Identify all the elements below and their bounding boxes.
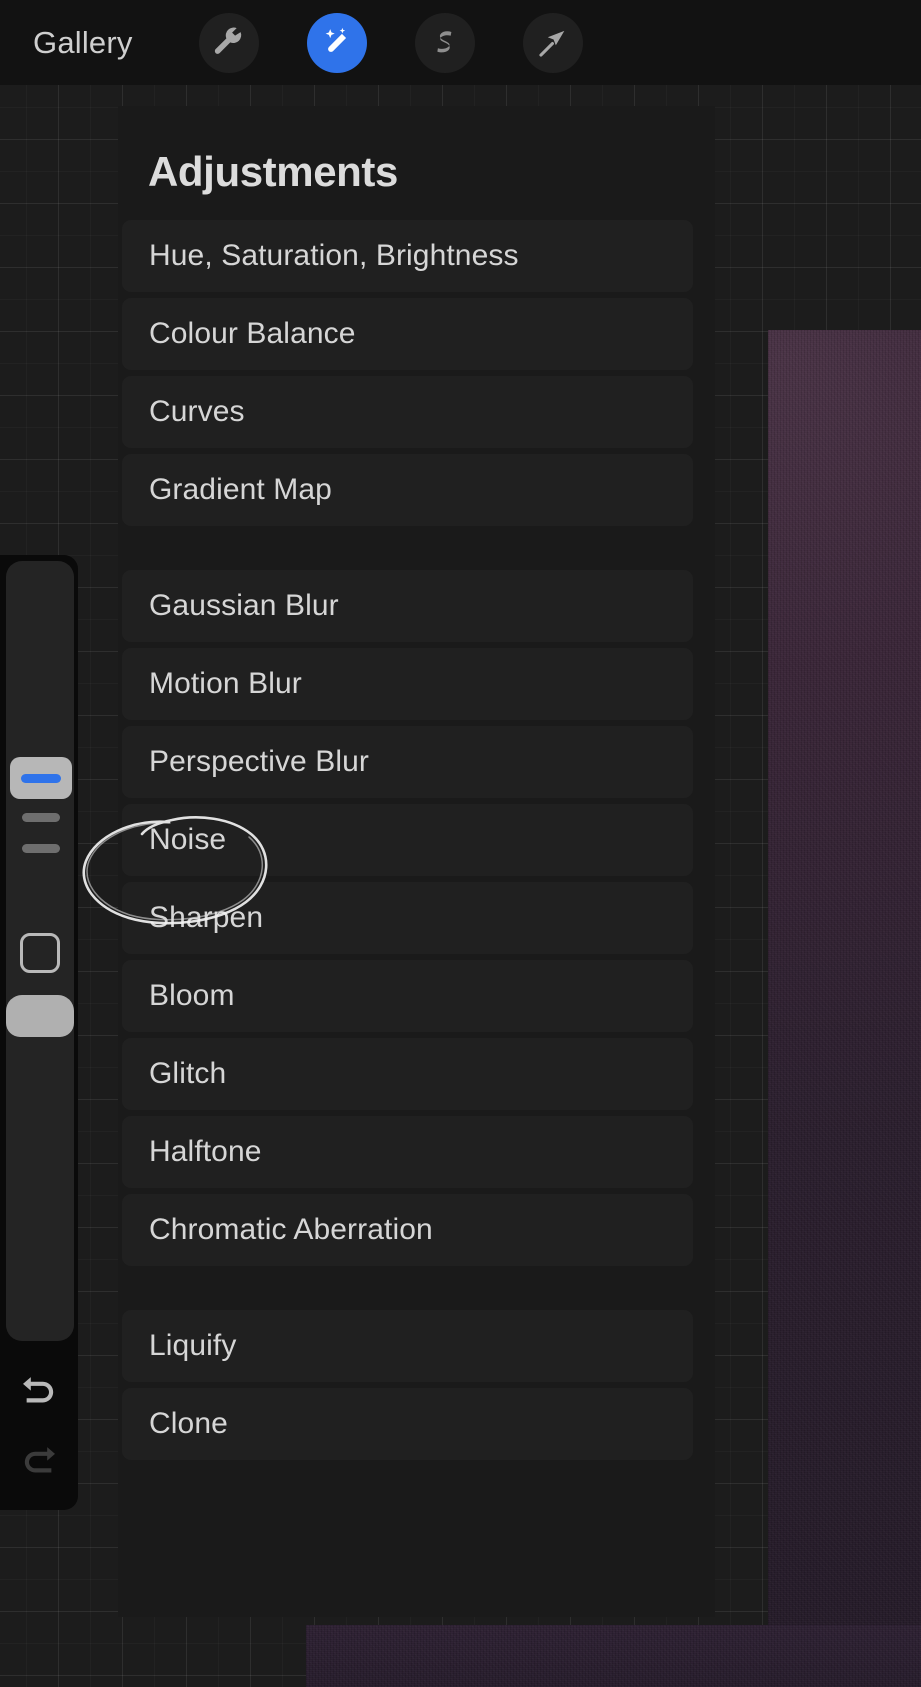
- wrench-icon-button[interactable]: [198, 12, 259, 73]
- adjustment-menu-item-label: Bloom: [149, 979, 235, 1012]
- adjustment-menu-item-label: Hue, Saturation, Brightness: [149, 239, 519, 272]
- adjustment-menu-item-label: Clone: [149, 1407, 228, 1440]
- adjustment-menu-item-label: Noise: [149, 823, 227, 856]
- adjustment-menu-item-label: Curves: [149, 395, 245, 428]
- adjustment-menu-item-label: Colour Balance: [149, 317, 356, 350]
- adjustment-menu-item-label: Liquify: [149, 1329, 237, 1362]
- adjustment-menu-item[interactable]: Halftone: [122, 1116, 693, 1188]
- menu-group-separator: [122, 1272, 711, 1310]
- adjustment-menu-item[interactable]: Gradient Map: [122, 454, 693, 526]
- adjustment-menu-item-label: Motion Blur: [149, 667, 302, 700]
- redo-arrow-icon: [17, 1439, 61, 1484]
- undo-arrow-icon: [17, 1369, 61, 1414]
- transform-arrow-icon: [536, 26, 570, 60]
- adjustment-menu-item[interactable]: Hue, Saturation, Brightness: [122, 220, 693, 292]
- adjustment-menu-item[interactable]: Noise: [122, 804, 693, 876]
- artwork-image-right[interactable]: [768, 330, 921, 1687]
- transform-arrow-icon-button[interactable]: [522, 12, 583, 73]
- adjustment-menu-item[interactable]: Perspective Blur: [122, 726, 693, 798]
- magic-wand-icon-button[interactable]: [306, 12, 367, 73]
- adjustment-menu-item[interactable]: Sharpen: [122, 882, 693, 954]
- adjustment-menu-item-label: Chromatic Aberration: [149, 1213, 433, 1246]
- adjustment-menu-item-label: Gaussian Blur: [149, 589, 339, 622]
- adjustment-menu-item-label: Gradient Map: [149, 473, 332, 506]
- slider-bar-1[interactable]: [22, 813, 60, 822]
- selection-icon: [428, 26, 462, 60]
- magic-wand-icon: [320, 26, 354, 60]
- adjustment-menu-item-label: Sharpen: [149, 901, 264, 934]
- adjustment-menu-item[interactable]: Bloom: [122, 960, 693, 1032]
- adjustment-menu-item-label: Perspective Blur: [149, 745, 370, 778]
- gallery-button[interactable]: Gallery: [33, 25, 133, 61]
- artwork-noise-texture: [768, 330, 921, 1687]
- adjustment-menu-item[interactable]: Curves: [122, 376, 693, 448]
- adjustments-menu-list: Hue, Saturation, Brightness Colour Balanc…: [122, 220, 711, 1466]
- slider-thumb-selected[interactable]: [10, 757, 72, 799]
- slider-thumb-accent-bar: [21, 773, 61, 783]
- layer-indicator-panel[interactable]: [6, 995, 74, 1340]
- artwork-noise-texture-bottom: [306, 1625, 921, 1687]
- adjustment-menu-item[interactable]: Motion Blur: [122, 648, 693, 720]
- layer-indicator: [6, 995, 74, 1037]
- undo-button[interactable]: [13, 1365, 65, 1417]
- selection-icon-button[interactable]: [414, 12, 475, 73]
- adjustment-menu-item-label: Halftone: [149, 1135, 262, 1168]
- adjustment-menu-item-label: Glitch: [149, 1057, 227, 1090]
- page-title: Adjustments: [148, 148, 398, 195]
- slider-bar-2[interactable]: [22, 844, 60, 853]
- artwork-image-bottom[interactable]: [306, 1625, 921, 1687]
- wrench-icon: [212, 26, 246, 60]
- adjustment-menu-item[interactable]: Chromatic Aberration: [122, 1194, 693, 1266]
- menu-group-separator: [122, 532, 711, 570]
- redo-button[interactable]: [13, 1435, 65, 1487]
- adjustment-menu-item[interactable]: Gaussian Blur: [122, 570, 693, 642]
- adjustment-menu-item[interactable]: Liquify: [122, 1310, 693, 1382]
- adjustment-menu-item[interactable]: Clone: [122, 1388, 693, 1460]
- colour-swatch-button[interactable]: [20, 933, 60, 973]
- procreate-app-window: Gallery Adjustments Hue, Saturation, Bri…: [0, 0, 921, 1687]
- adjustment-menu-item[interactable]: Glitch: [122, 1038, 693, 1110]
- top-toolbar: Gallery: [0, 0, 921, 85]
- adjustment-menu-item[interactable]: Colour Balance: [122, 298, 693, 370]
- adjustments-panel: Adjustments Hue, Saturation, Brightness C…: [118, 106, 715, 1617]
- left-tool-rail: [0, 555, 78, 1510]
